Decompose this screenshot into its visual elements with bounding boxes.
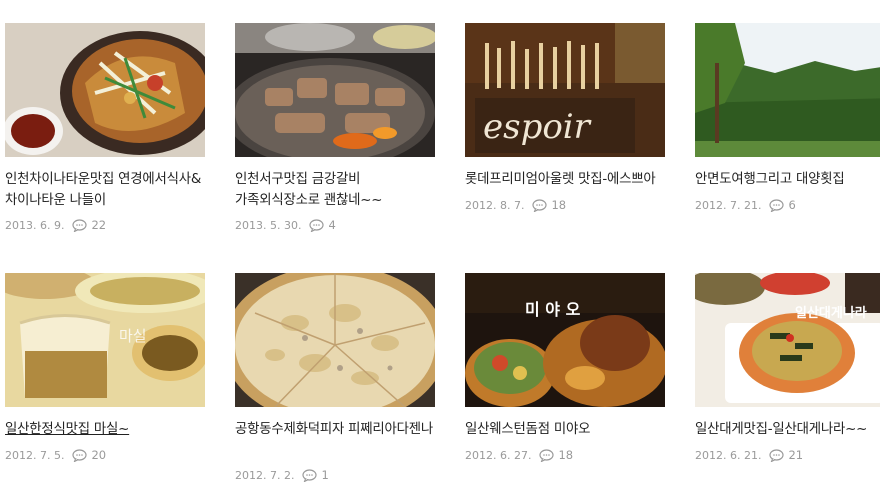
post-thumbnail[interactable]: 마실 <box>5 273 205 407</box>
miyao-sign-text: 미 야 오 <box>525 300 581 319</box>
comment-count: 18 <box>558 448 574 462</box>
comment-count: 6 <box>788 198 796 212</box>
post-thumbnail[interactable]: 일산대게나라 <box>695 273 880 407</box>
post-date: 2013. 6. 9. <box>5 218 65 232</box>
comment-count: 18 <box>551 198 567 212</box>
post-meta: 2012. 7. 2. 1 <box>235 468 329 482</box>
post-meta: 2012. 6. 21. 21 <box>695 448 803 462</box>
post-date: 2012. 6. 27. <box>465 448 532 462</box>
post-thumbnail[interactable] <box>235 273 435 407</box>
comment-count: 20 <box>91 448 107 462</box>
post-date: 2012. 7. 2. <box>235 468 295 482</box>
post-title[interactable]: 인천차이나타운맛집 연경에서식사&차이나타운 나들이 <box>5 169 211 211</box>
comment-bubble-icon <box>532 198 548 212</box>
comment-link[interactable]: 21 <box>769 448 803 462</box>
post-title[interactable]: 공항동수제화덕피자 피쩨리아다젠나 <box>235 419 441 440</box>
post-thumbnail[interactable]: 미 야 오 <box>465 273 665 407</box>
comment-count: 4 <box>328 218 336 232</box>
comment-link[interactable]: 22 <box>72 218 106 232</box>
post-title[interactable]: 인천서구맛집 금강갈비 가족외식장소로 괜찮네~~ <box>235 169 441 211</box>
post-date: 2012. 7. 21. <box>695 198 762 212</box>
post-meta: 2013. 6. 9. 22 <box>5 218 106 232</box>
restaurant-photo-icon: espoir <box>465 23 665 157</box>
post-thumbnail[interactable] <box>235 23 435 157</box>
crab-photo-icon: 일산대게나라 <box>695 273 880 407</box>
food-photo-icon <box>5 23 205 157</box>
comment-link[interactable]: 18 <box>532 198 566 212</box>
forest-photo-icon <box>695 23 880 157</box>
post-date: 2012. 8. 7. <box>465 198 525 212</box>
comment-bubble-icon <box>769 198 785 212</box>
comment-link[interactable]: 4 <box>309 218 336 232</box>
post-meta: 2013. 5. 30. 4 <box>235 218 336 232</box>
post-date: 2012. 7. 5. <box>5 448 65 462</box>
post-thumbnail[interactable] <box>5 23 205 157</box>
comment-count: 1 <box>321 468 329 482</box>
comment-bubble-icon <box>769 448 785 462</box>
comment-link[interactable]: 18 <box>539 448 573 462</box>
post-thumbnail[interactable]: espoir <box>465 23 665 157</box>
post-title[interactable]: 일산웨스턴돔점 미야오 <box>465 419 671 440</box>
grill-photo-icon <box>235 23 435 157</box>
post-title[interactable]: 일산대게맛집-일산대게나라~~ <box>695 419 880 440</box>
post-title[interactable]: 일산한정식맛집 마실~ <box>5 419 211 440</box>
comment-link[interactable]: 1 <box>302 468 329 482</box>
comment-bubble-icon <box>72 218 88 232</box>
korean-meal-photo-icon: 마실 <box>5 273 205 407</box>
post-title[interactable]: 롯데프리미엄아울렛 맛집-에스쁘아 <box>465 169 671 190</box>
espoir-sign-text: espoir <box>483 107 592 147</box>
comment-bubble-icon <box>302 468 318 482</box>
comment-link[interactable]: 20 <box>72 448 106 462</box>
comment-bubble-icon <box>539 448 555 462</box>
comment-bubble-icon <box>309 218 325 232</box>
post-date: 2013. 5. 30. <box>235 218 302 232</box>
masil-watermark-text: 마실 <box>119 327 147 345</box>
post-title[interactable]: 안면도여행그리고 대양횟집 <box>695 169 880 190</box>
post-meta: 2012. 7. 21. 6 <box>695 198 796 212</box>
post-meta: 2012. 8. 7. 18 <box>465 198 566 212</box>
post-meta: 2012. 6. 27. 18 <box>465 448 573 462</box>
post-thumbnail[interactable] <box>695 23 880 157</box>
comment-count: 22 <box>91 218 107 232</box>
post-date: 2012. 6. 21. <box>695 448 762 462</box>
bento-photo-icon: 미 야 오 <box>465 273 665 407</box>
comment-bubble-icon <box>72 448 88 462</box>
daege-watermark-text: 일산대게나라 <box>795 305 867 321</box>
post-meta: 2012. 7. 5. 20 <box>5 448 106 462</box>
comment-link[interactable]: 6 <box>769 198 796 212</box>
comment-count: 21 <box>788 448 804 462</box>
pizza-photo-icon <box>235 273 435 407</box>
